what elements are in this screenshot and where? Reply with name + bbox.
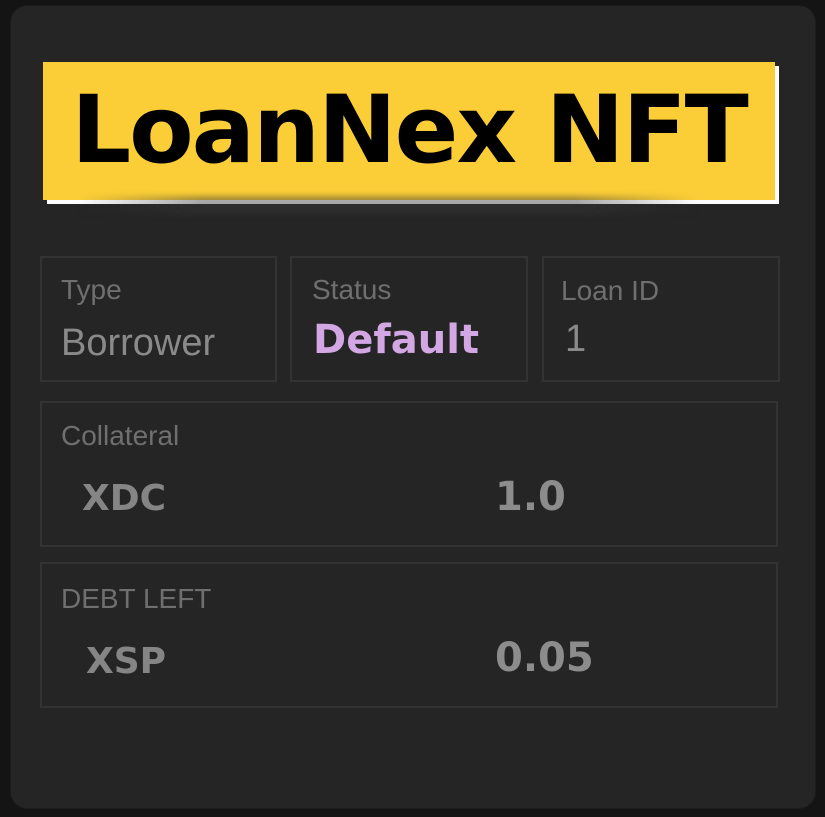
loan-id-box: Loan ID 1 bbox=[542, 256, 780, 382]
faded-subtitle-placeholder bbox=[78, 196, 698, 214]
type-box: Type Borrower bbox=[40, 256, 277, 382]
nft-title: LoanNex NFT bbox=[71, 76, 749, 185]
status-value: Default bbox=[313, 317, 480, 363]
debt-box: DEBT LEFT XSP 0.05 bbox=[40, 562, 778, 708]
status-label: Status bbox=[312, 274, 392, 305]
type-value: Borrower bbox=[61, 322, 216, 364]
debt-token: XSP bbox=[86, 641, 167, 682]
loan-id-label: Loan ID bbox=[561, 275, 660, 306]
collateral-token: XDC bbox=[82, 478, 167, 519]
status-box: Status Default bbox=[290, 256, 528, 382]
loan-id-value: 1 bbox=[565, 318, 587, 360]
debt-amount: 0.05 bbox=[495, 635, 594, 681]
debt-label: DEBT LEFT bbox=[61, 583, 212, 614]
collateral-amount: 1.0 bbox=[495, 474, 566, 520]
collateral-label: Collateral bbox=[61, 420, 180, 451]
collateral-box: Collateral XDC 1.0 bbox=[40, 401, 778, 547]
type-label: Type bbox=[61, 274, 122, 305]
title-banner: LoanNex NFT bbox=[43, 62, 775, 200]
